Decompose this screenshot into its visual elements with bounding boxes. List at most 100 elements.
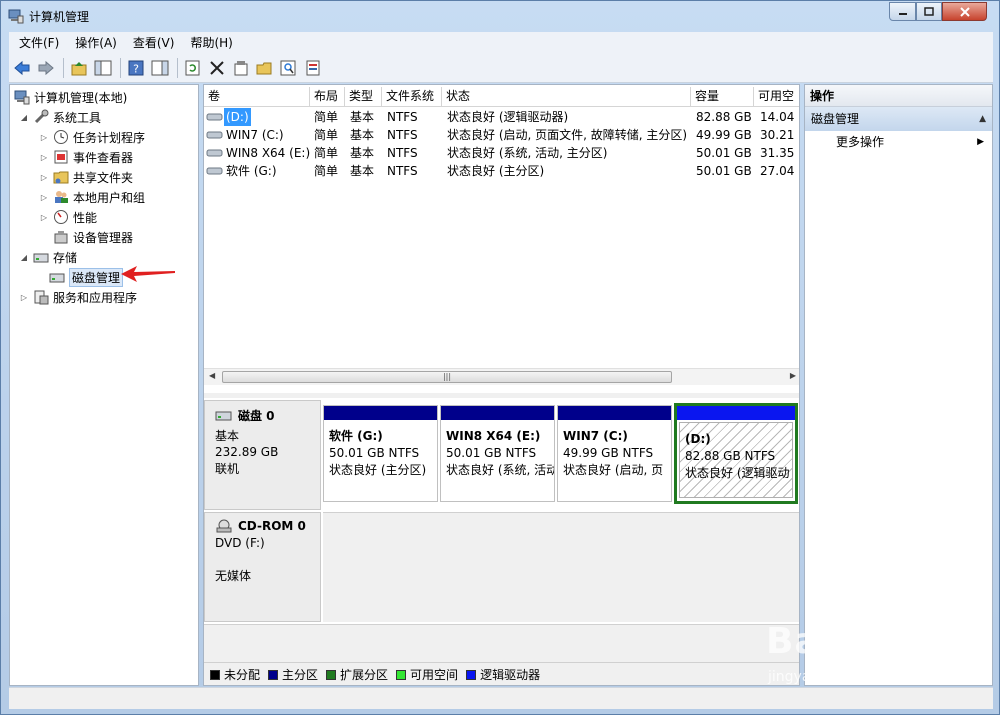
column-header-volume[interactable]: 卷 [204,87,310,107]
expand-arrow-icon[interactable]: ▷ [18,291,30,303]
partition-g[interactable]: 软件 (G:) 50.01 GB NTFS 状态良好 (主分区) [323,405,438,502]
close-button[interactable] [942,2,987,21]
up-one-level-button[interactable] [68,57,90,79]
column-header-capacity[interactable]: 容量 [691,87,754,107]
back-button[interactable] [11,57,33,79]
legend-label: 扩展分区 [340,668,389,682]
storage-icon [33,253,49,263]
open-button[interactable] [254,57,276,79]
delete-button[interactable] [206,57,228,79]
toolbar-separator [120,57,121,78]
cdrom-empty-area [323,512,799,622]
baidu-watermark: Bai du经验 jingyan.baidu.com [766,613,986,693]
actions-section-disk-management[interactable]: 磁盘管理 ▲ [805,107,992,131]
column-header-filesystem[interactable]: 文件系统 [382,87,442,107]
tree-item-task-scheduler[interactable]: ▷ 任务计划程序 [38,127,145,147]
scroll-left-arrow-icon[interactable]: ◀ [209,371,215,380]
search-button[interactable] [278,57,300,79]
more-actions-item[interactable]: 更多操作 ▶ [805,131,992,153]
expand-arrow-icon[interactable]: ▷ [38,211,50,223]
partition-e[interactable]: WIN8 X64 (E:) 50.01 GB NTFS 状态良好 (系统, 活动 [440,405,555,502]
column-header-layout[interactable]: 布局 [310,87,345,107]
forward-button[interactable] [35,57,57,79]
open-icon [256,62,272,74]
minimize-icon [898,12,907,15]
status-cell: 状态良好 (系统, 活动, 主分区) [447,146,608,160]
menu-view[interactable]: 查看(V) [125,34,183,51]
partition-d[interactable]: (D:) 82.88 GB NTFS 状态良好 (逻辑驱动 [674,403,798,504]
tree-item-services-applications[interactable]: ▷ 服务和应用程序 [18,287,137,307]
annotation-arrow-icon [121,266,175,282]
capacity-cell: 50.01 GB [696,164,752,178]
menu-action[interactable]: 操作(A) [67,34,125,51]
properties-button[interactable] [230,57,252,79]
expand-arrow-icon[interactable]: ▷ [38,191,50,203]
restore-icon [924,7,934,16]
cdrom-drive: DVD (F:) [215,536,265,550]
tree-item-disk-management[interactable]: 磁盘管理 [49,267,124,287]
horizontal-scrollbar[interactable]: ◀ ||| ▶ [204,368,799,385]
partition-name: WIN7 (C:) [563,429,628,443]
close-icon [959,6,970,17]
tools-icon [34,109,49,124]
filesystem-cell: NTFS [387,146,418,160]
disk-status: 联机 [215,462,240,476]
export-list-button[interactable] [302,57,324,79]
collapse-arrow-icon[interactable]: ◢ [18,251,30,263]
tree-item-system-tools[interactable]: ◢ 系统工具 [18,107,101,127]
column-header-free-space[interactable]: 可用空 [754,87,799,107]
show-hide-action-pane-button[interactable] [149,57,171,79]
legend-swatch [396,669,407,680]
partition-type-bar [324,406,437,420]
scrollbar-thumb[interactable]: ||| [222,371,672,383]
menu-file[interactable]: 文件(F) [9,34,67,51]
disk-0-info[interactable]: 磁盘 0 基本 232.89 GB 联机 [204,400,321,510]
expand-arrow-icon[interactable]: ▷ [38,131,50,143]
help-button[interactable]: ? [125,57,147,79]
legend-swatch [326,669,337,680]
collapse-up-icon[interactable]: ▲ [979,107,986,131]
layout-cell: 简单 [314,110,339,124]
legend-label: 可用空间 [410,668,459,682]
tree-label: 存储 [53,250,78,265]
cdrom-icon [216,519,232,533]
tree-item-local-users-groups[interactable]: ▷ 本地用户和组 [38,187,145,207]
show-hide-tree-icon [94,60,112,75]
capacity-cell: 82.88 GB [696,110,752,124]
cdrom-0-info[interactable]: CD-ROM 0 DVD (F:) 无媒体 [204,512,321,622]
cdrom-name: CD-ROM 0 [238,519,306,533]
tree-item-storage[interactable]: ◢ 存储 [18,247,77,267]
show-hide-tree-button[interactable] [92,57,114,79]
tree-item-event-viewer[interactable]: ▷ 事件查看器 [38,147,133,167]
tree-item-shared-folders[interactable]: ▷ 共享文件夹 [38,167,133,187]
paw-icon [838,624,863,653]
tree-item-device-manager[interactable]: 设备管理器 [53,227,133,247]
minimize-button[interactable] [889,2,916,21]
legend-item: 可用空间 [396,666,458,683]
type-cell: 基本 [350,110,375,124]
tree-label: 共享文件夹 [73,170,134,185]
filesystem-cell: NTFS [387,164,418,178]
title-bar[interactable]: 计算机管理 [1,1,1000,31]
event-viewer-icon [54,150,68,164]
filesystem-cell: NTFS [387,128,418,142]
tree-item-computer-management-local[interactable]: 计算机管理(本地) [14,87,127,107]
disk-graphical-view: 磁盘 0 基本 232.89 GB 联机 软件 (G:) 50.01 GB NT… [204,398,799,650]
status-cell: 状态良好 (启动, 页面文件, 故障转储, 主分区) [447,128,688,142]
expand-arrow-icon[interactable]: ▷ [38,151,50,163]
up-folder-icon [71,61,87,75]
tree-item-performance[interactable]: ▷ 性能 [38,207,97,227]
expand-arrow-icon[interactable]: ▷ [38,171,50,183]
maximize-button[interactable] [916,2,942,21]
refresh-button[interactable] [182,57,204,79]
collapse-arrow-icon[interactable]: ◢ [18,111,30,123]
svg-text:?: ? [133,62,139,75]
column-header-type[interactable]: 类型 [345,87,382,107]
free-space-cell: 31.35 [760,146,795,160]
menu-help[interactable]: 帮助(H) [182,34,240,51]
free-space-cell: 30.21 [760,128,795,142]
delete-icon [210,60,224,75]
scroll-right-arrow-icon[interactable]: ▶ [790,371,796,380]
partition-c[interactable]: WIN7 (C:) 49.99 GB NTFS 状态良好 (启动, 页 [557,405,672,502]
column-header-status[interactable]: 状态 [442,87,691,107]
